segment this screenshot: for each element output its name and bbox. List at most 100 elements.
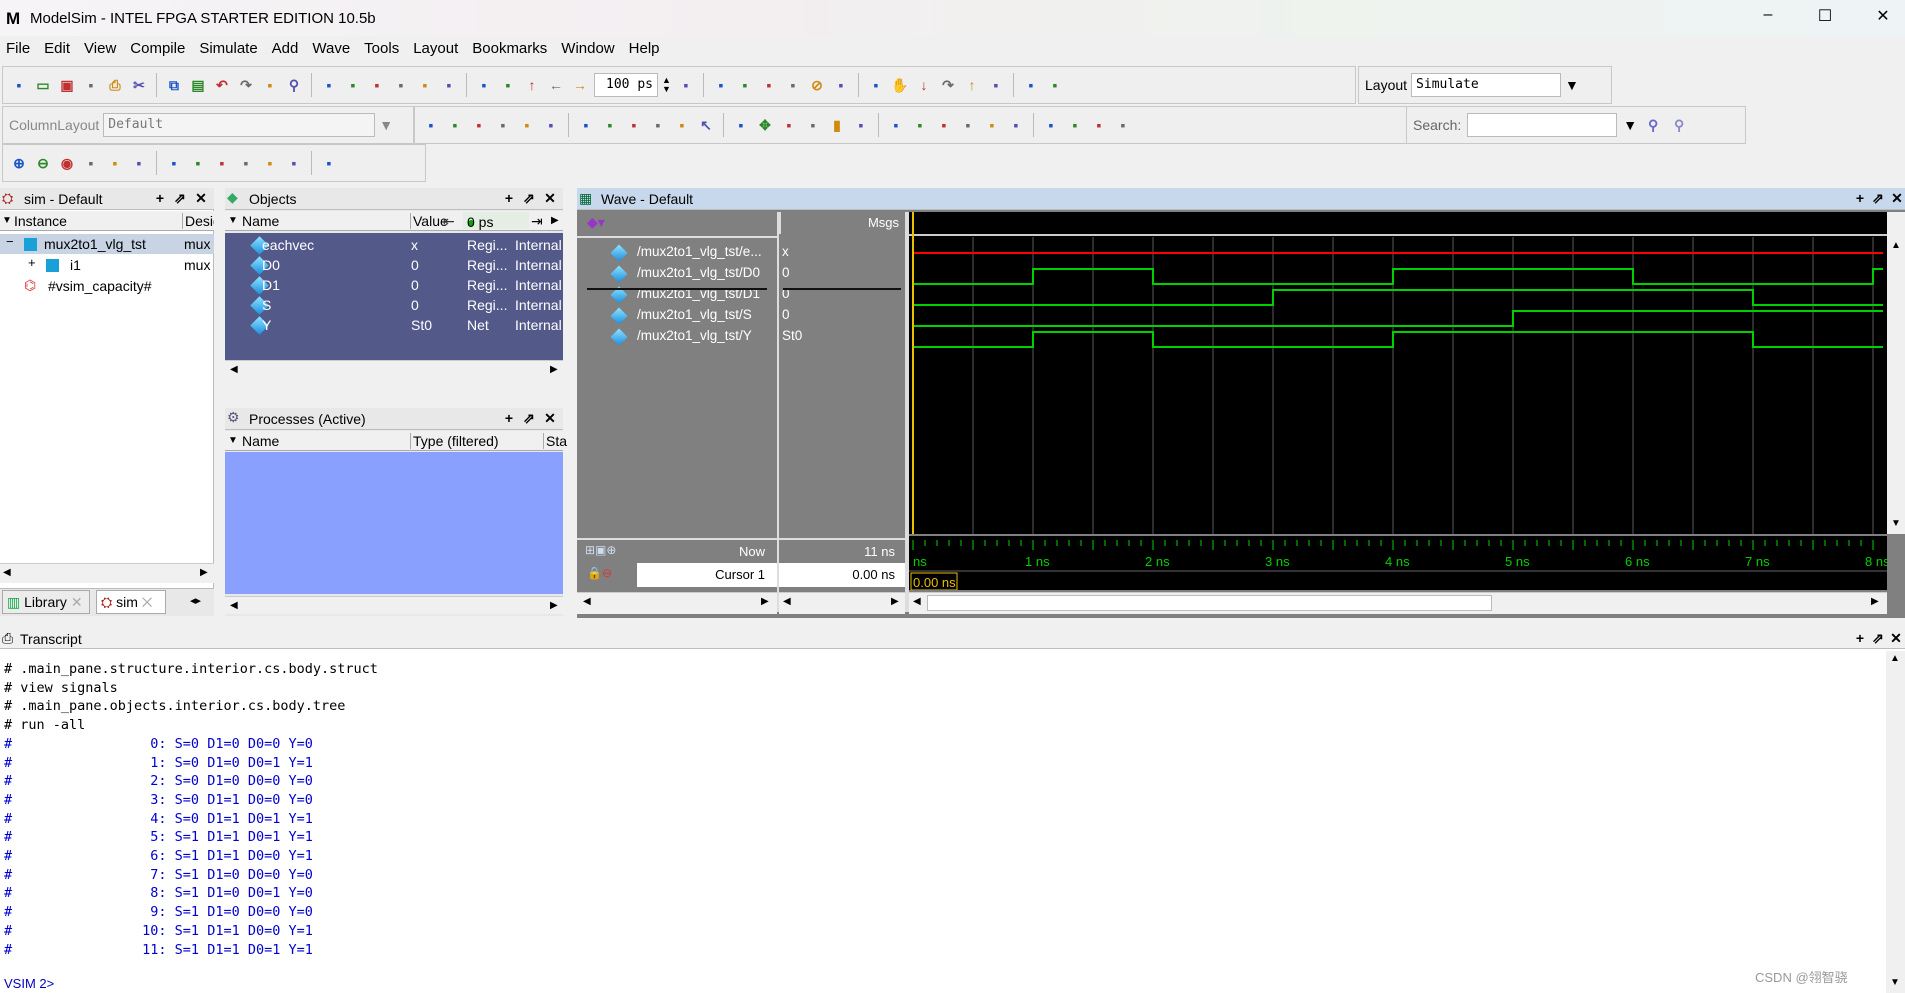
wave-logic-icon[interactable]: ▪ xyxy=(164,153,184,173)
undock-icon[interactable]: ⇗ xyxy=(1870,190,1886,207)
expand-icon[interactable]: + xyxy=(28,255,36,270)
paste-icon[interactable]: ▤ xyxy=(188,75,208,95)
find-last-icon[interactable]: ▪ xyxy=(1041,115,1061,135)
wave-compare-icon[interactable]: ▪ xyxy=(391,75,411,95)
object-row[interactable]: D1 0 Regi... Internal xyxy=(225,275,563,295)
step-down-icon[interactable]: ▪ xyxy=(986,75,1006,95)
cut-icon[interactable]: ✂ xyxy=(129,75,149,95)
command-prompt[interactable]: VSIM 2> xyxy=(4,976,54,991)
tab-scroll-icon[interactable]: ◂▸ xyxy=(190,594,201,607)
zoom-full-icon[interactable]: ◉ xyxy=(57,153,77,173)
add-list-icon[interactable]: ▪ xyxy=(445,115,465,135)
close-pane-icon[interactable]: ✕ xyxy=(542,190,558,207)
zoom-cursor-icon[interactable]: ▪ xyxy=(81,153,101,173)
prev-time-icon[interactable]: ⇤ xyxy=(443,213,455,230)
coverage-icon[interactable]: ▪ xyxy=(866,75,886,95)
radix-a-icon[interactable]: ▪ xyxy=(541,115,561,135)
sort-icon[interactable]: ▼ xyxy=(228,435,238,446)
insert-cursor-icon[interactable]: ▪ xyxy=(779,115,799,135)
close-pane-icon[interactable]: ✕ xyxy=(193,190,209,207)
step-wrap-icon[interactable]: ▪ xyxy=(1021,75,1041,95)
object-row[interactable]: Y St0 Net Internal xyxy=(225,315,563,335)
cursor-lock-icon[interactable]: 🔒⊖ xyxy=(587,566,612,580)
grid-icon[interactable]: ▪ xyxy=(236,153,256,173)
wave-signal-row[interactable]: /mux2to1_vlg_tst/D0 0 xyxy=(577,264,905,284)
dock-plus-icon[interactable]: + xyxy=(1852,190,1868,207)
run-length-spinner-icon[interactable]: ▲ ▼ xyxy=(662,76,672,94)
performance-icon[interactable]: ▪ xyxy=(831,75,851,95)
prev-transition-icon[interactable]: ▪ xyxy=(910,115,930,135)
step-over-icon[interactable]: ↷ xyxy=(938,75,958,95)
modelsim-m-icon[interactable]: ▪ xyxy=(343,75,363,95)
zoom-last-icon[interactable]: ▪ xyxy=(129,153,149,173)
menu-wave[interactable]: Wave xyxy=(306,38,358,57)
add-wave-icon[interactable]: ▪ xyxy=(421,115,441,135)
new-file-icon[interactable]: ▪ xyxy=(9,75,29,95)
layout-dropdown-icon[interactable]: ▼ xyxy=(1565,77,1579,93)
object-row[interactable]: S 0 Regi... Internal xyxy=(225,295,563,315)
run-length-icon[interactable]: ▪ xyxy=(676,75,696,95)
tab-close-icon[interactable]: ✕ xyxy=(71,594,83,610)
radix-b-icon[interactable]: ▪ xyxy=(576,115,596,135)
search-binoculars-icon[interactable]: ⚲ xyxy=(1643,115,1663,135)
column-type[interactable]: Type (filtered) xyxy=(410,433,499,449)
redo-icon[interactable]: ↷ xyxy=(236,75,256,95)
names-scrollbar[interactable]: ◀ ▶ xyxy=(577,592,777,614)
traffic-light-icon[interactable]: ▮ xyxy=(827,115,847,135)
close-pane-icon[interactable]: ✕ xyxy=(1889,190,1905,207)
forward-icon[interactable]: → xyxy=(570,75,590,95)
add-dataflow-icon[interactable]: ▪ xyxy=(493,115,513,135)
up-arrow-icon[interactable]: ↑ xyxy=(522,75,542,95)
column-design[interactable]: Design xyxy=(182,213,214,229)
menu-layout[interactable]: Layout xyxy=(407,38,466,57)
column-name[interactable]: Name xyxy=(242,213,279,229)
select-cursor-icon[interactable]: ↖ xyxy=(696,115,716,135)
expand-all-icon[interactable]: ▪ xyxy=(1113,115,1133,135)
wave-signal-row[interactable]: /mux2to1_vlg_tst/e... x xyxy=(577,243,905,263)
search-input[interactable] xyxy=(1467,113,1618,137)
run-length-input[interactable]: 100 ps xyxy=(594,73,658,97)
minimize-button[interactable]: – xyxy=(1748,6,1788,30)
tab-library[interactable]: ▥ Library ✕ xyxy=(2,590,90,614)
wave-vertical-scrollbar[interactable]: ▲ ▼ xyxy=(1887,212,1905,534)
print-icon[interactable]: ⎙ xyxy=(105,75,125,95)
column-name[interactable]: Name xyxy=(242,433,279,449)
dotted-b-icon[interactable]: ▪ xyxy=(284,153,304,173)
search-dropdown-icon[interactable]: ▼ xyxy=(1623,117,1637,133)
step-into-icon[interactable]: ▪ xyxy=(367,75,387,95)
delete-icon[interactable]: ▪ xyxy=(474,75,494,95)
scroll-thumb[interactable] xyxy=(927,595,1492,611)
menu-edit[interactable]: Edit xyxy=(38,38,78,57)
now-icons[interactable]: ⊞▣⊕ xyxy=(585,543,616,557)
collapse-icon[interactable]: − xyxy=(6,234,14,249)
find-next-icon[interactable]: ▪ xyxy=(982,115,1002,135)
wave-bus-icon[interactable]: ▪ xyxy=(188,153,208,173)
menu-add[interactable]: Add xyxy=(266,38,307,57)
dotted-a-icon[interactable]: ▪ xyxy=(260,153,280,173)
close-pane-icon[interactable]: ✕ xyxy=(1888,630,1904,647)
stop-icon[interactable]: ⊘ xyxy=(807,75,827,95)
cursor-name[interactable]: Cursor 1 xyxy=(637,563,777,587)
menu-help[interactable]: Help xyxy=(623,38,668,57)
find-first-icon[interactable]: ▪ xyxy=(1006,115,1026,135)
step-out-icon[interactable]: ↑ xyxy=(962,75,982,95)
tree-row-capacity[interactable]: ⌬ #vsim_capacity# xyxy=(0,276,214,296)
next-transition-icon[interactable]: ▪ xyxy=(934,115,954,135)
menu-file[interactable]: File xyxy=(0,38,38,57)
expand-right-icon[interactable]: ▪ xyxy=(1089,115,1109,135)
memory-icon[interactable]: ▪ xyxy=(415,75,435,95)
wave-full-icon[interactable]: ▪ xyxy=(212,153,232,173)
radix-d-icon[interactable]: ▪ xyxy=(624,115,644,135)
menu-view[interactable]: View xyxy=(78,38,124,57)
tree-row-i1[interactable]: + i1 mux xyxy=(0,255,214,275)
menu-simulate[interactable]: Simulate xyxy=(193,38,265,57)
add-memory-icon[interactable]: ▪ xyxy=(517,115,537,135)
step-icon[interactable]: ↓ xyxy=(914,75,934,95)
objects-horizontal-scrollbar[interactable]: ◀ ▶ xyxy=(225,360,563,378)
open-folder-icon[interactable]: ▭ xyxy=(33,75,53,95)
maximize-button[interactable]: ☐ xyxy=(1805,6,1845,30)
transcript-vertical-scrollbar[interactable]: ▲ ▼ xyxy=(1886,651,1905,993)
find-prev-icon[interactable]: ▪ xyxy=(958,115,978,135)
wave-horizontal-scrollbar[interactable]: ◀ ▶ xyxy=(909,592,1887,614)
continue-icon[interactable]: ▪ xyxy=(735,75,755,95)
